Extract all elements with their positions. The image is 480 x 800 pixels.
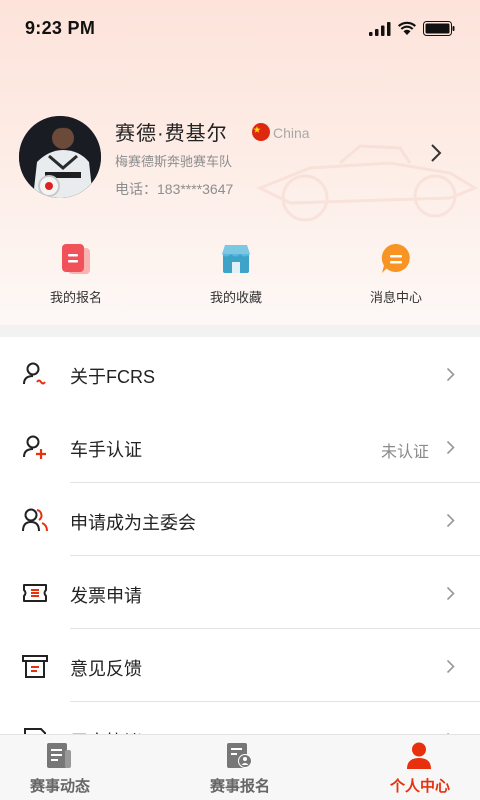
- tab-event-news[interactable]: 赛事动态: [0, 735, 140, 800]
- wifi-icon: [398, 21, 416, 35]
- my-registrations-button[interactable]: 我的报名: [16, 240, 136, 310]
- menu-item-driver-certification[interactable]: 车手认证 未认证: [0, 410, 480, 483]
- invoice-icon: [23, 584, 47, 602]
- chevron-right-icon: [446, 659, 455, 674]
- news-icon: [47, 743, 71, 768]
- chevron-right-icon: [446, 586, 455, 601]
- tab-personal-center[interactable]: 个人中心: [340, 735, 480, 800]
- status-bar: 9:23 PM: [0, 0, 480, 56]
- feedback-icon: [22, 655, 48, 678]
- quick-action-label: 我的收藏: [209, 290, 262, 305]
- about-user-icon: [23, 362, 46, 385]
- driver-certify-icon: [23, 435, 46, 459]
- team-name: 梅赛德斯奔驰赛车队: [115, 154, 233, 169]
- chevron-right-icon: [446, 367, 455, 382]
- bottom-tab-bar: 赛事动态 赛事报名 个人中心: [0, 734, 480, 800]
- avatar[interactable]: [19, 116, 101, 198]
- tab-label: 个人中心: [389, 778, 450, 795]
- person-icon: [407, 742, 431, 769]
- driver-name: 赛德·费基尔: [115, 123, 228, 145]
- signal-icon: [369, 22, 391, 36]
- quick-action-label: 我的报名: [49, 290, 102, 305]
- chevron-right-icon: [446, 440, 455, 455]
- china-flag-icon: [252, 123, 270, 141]
- committee-users-icon: [22, 508, 48, 532]
- profile-header: 9:23 PM 赛德·费基尔 China 梅赛德斯奔驰赛车队 电话：183***…: [0, 0, 480, 325]
- my-favorites-button[interactable]: 我的收藏: [176, 240, 296, 310]
- favorites-store-icon: [222, 245, 250, 273]
- settings-menu: 关于FCRS 车手认证 未认证 申请成为主委会 发票申请 意见反馈: [0, 337, 480, 775]
- tab-label: 赛事动态: [29, 778, 90, 795]
- menu-item-label: 发票申请: [70, 586, 142, 606]
- menu-item-about[interactable]: 关于FCRS: [0, 337, 480, 410]
- tab-event-registration[interactable]: 赛事报名: [160, 735, 320, 800]
- menu-item-label: 关于FCRS: [70, 367, 155, 387]
- status-time: 9:23 PM: [25, 18, 96, 38]
- menu-item-label: 车手认证: [70, 440, 142, 460]
- section-divider: [0, 325, 480, 337]
- country-label: China: [273, 125, 310, 141]
- certification-status: 未认证: [380, 444, 429, 461]
- tab-label: 赛事报名: [209, 778, 270, 795]
- menu-item-label: 申请成为主委会: [70, 513, 196, 533]
- menu-item-apply-committee[interactable]: 申请成为主委会: [0, 483, 480, 556]
- chevron-right-icon[interactable]: [430, 143, 442, 163]
- chevron-right-icon: [446, 513, 455, 528]
- driver-photo-icon: [19, 116, 101, 198]
- battery-icon: [423, 21, 455, 36]
- quick-action-label: 消息中心: [369, 290, 422, 305]
- menu-item-feedback[interactable]: 意见反馈: [0, 629, 480, 702]
- message-center-button[interactable]: 消息中心: [336, 240, 456, 310]
- phone-number: 电话：183****3647: [115, 181, 234, 197]
- message-icon: [381, 243, 410, 273]
- menu-item-invoice[interactable]: 发票申请: [0, 556, 480, 629]
- registration-icon: [62, 244, 90, 274]
- menu-item-label: 意见反馈: [70, 659, 142, 679]
- event-registration-icon: [227, 743, 252, 768]
- profile-card[interactable]: 赛德·费基尔 China 梅赛德斯奔驰赛车队 电话：183****3647: [0, 112, 480, 207]
